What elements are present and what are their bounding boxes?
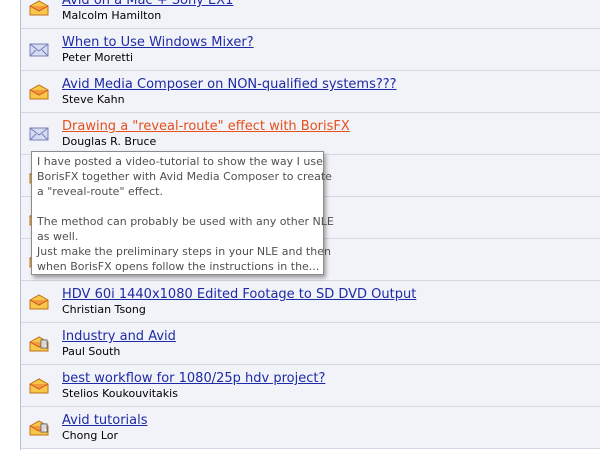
envelope-closed-icon <box>29 126 49 142</box>
thread-author: Christian Tsong <box>62 303 146 316</box>
thread-row: Drawing a "reveal-route" effect with Bor… <box>21 113 600 155</box>
envelope-reply-icon <box>29 420 49 436</box>
thread-title-link[interactable]: Avid tutorials <box>62 413 148 428</box>
envelope-reply-icon <box>29 336 49 352</box>
tooltip-spacer <box>37 199 319 214</box>
tooltip-text-line: Just make the preliminary steps in your … <box>37 245 331 258</box>
thread-author: Douglas R. Bruce <box>62 135 157 148</box>
thread-title-link[interactable]: Avid on a Mac + Sony EX1 <box>62 0 233 8</box>
thread-preview-tooltip: I have posted a video-tutorial to show t… <box>31 151 334 275</box>
thread-author: Chong Lor <box>62 429 119 442</box>
thread-author: Stelios Koukouvitakis <box>62 387 178 400</box>
envelope-open-icon <box>29 84 49 100</box>
thread-author: Malcolm Hamilton <box>62 9 162 22</box>
thread-author: Peter Moretti <box>62 51 134 64</box>
thread-row: Avid Media Composer on NON-qualified sys… <box>21 71 600 113</box>
thread-row: HDV 60i 1440x1080 Edited Footage to SD D… <box>21 281 600 323</box>
envelope-open-icon <box>29 0 49 16</box>
envelope-closed-icon <box>29 42 49 58</box>
thread-row: Avid tutorials Chong Lor <box>21 407 600 449</box>
thread-author: Steve Kahn <box>62 93 125 106</box>
thread-row: best workflow for 1080/25p hdv project? … <box>21 365 600 407</box>
tooltip-text-line: I have posted a video-tutorial to show t… <box>37 155 323 168</box>
envelope-open-icon <box>29 378 49 394</box>
tooltip-text-line: when BorisFX opens follow the instructio… <box>37 260 320 273</box>
tooltip-text-line: a "reveal-route" effect. <box>37 185 163 198</box>
thread-title-link[interactable]: best workflow for 1080/25p hdv project? <box>62 371 325 386</box>
thread-title-link[interactable]: HDV 60i 1440x1080 Edited Footage to SD D… <box>62 287 416 302</box>
thread-title-link[interactable]: Drawing a "reveal-route" effect with Bor… <box>62 119 350 134</box>
envelope-open-icon <box>29 294 49 310</box>
thread-author: Paul South <box>62 345 121 358</box>
thread-row: When to Use Windows Mixer? Peter Moretti <box>21 29 600 71</box>
thread-row: Industry and Avid Paul South <box>21 323 600 365</box>
thread-row: Avid on a Mac + Sony EX1 Malcolm Hamilto… <box>21 0 600 29</box>
tooltip-text-line: BorisFX together with Avid Media Compose… <box>37 170 332 183</box>
thread-title-link[interactable]: When to Use Windows Mixer? <box>62 35 254 50</box>
tooltip-text-line: The method can probably be used with any… <box>37 215 334 228</box>
thread-title-link[interactable]: Industry and Avid <box>62 329 176 344</box>
left-margin <box>0 0 21 450</box>
tooltip-text-line: as well. <box>37 230 79 243</box>
thread-title-link[interactable]: Avid Media Composer on NON-qualified sys… <box>62 77 397 92</box>
